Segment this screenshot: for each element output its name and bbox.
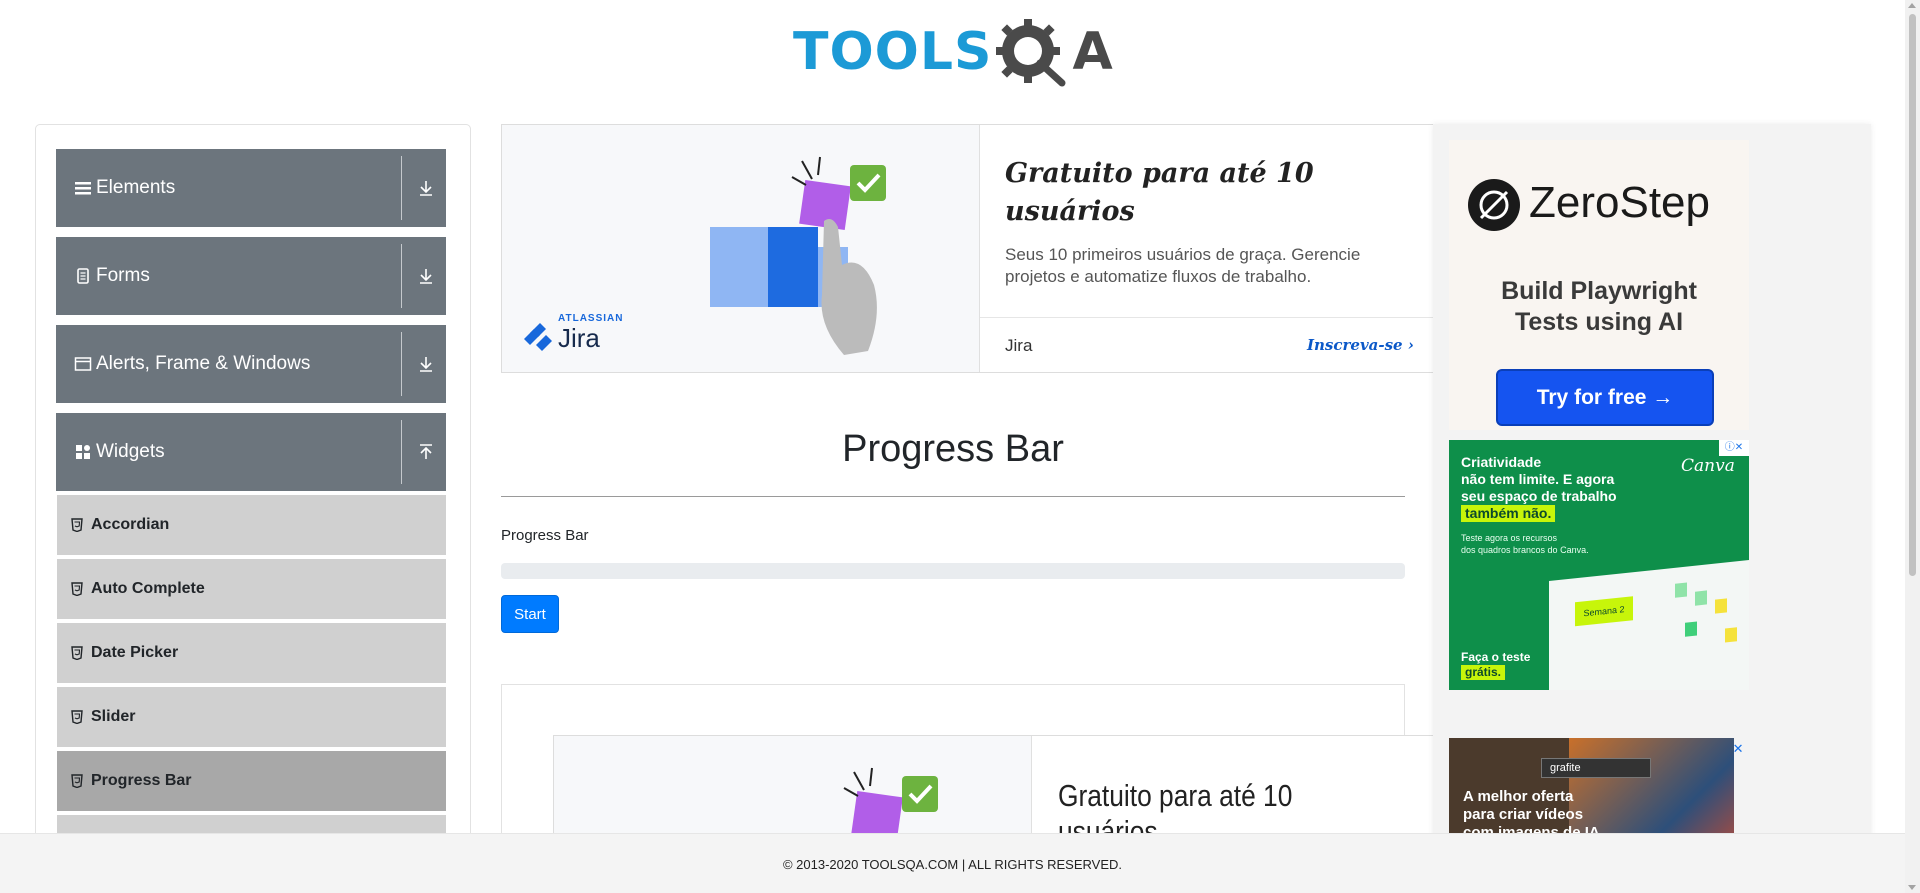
progress-bar (501, 563, 1405, 579)
scrollbar-thumb[interactable] (1909, 14, 1916, 576)
ad-signup-label: Inscreva-se (1307, 336, 1403, 354)
logo-text-a: A (1072, 22, 1113, 82)
canva-brand: Canva (1681, 456, 1735, 476)
grafite-line1: A melhor oferta (1463, 788, 1574, 805)
chevron-right-icon: › (1407, 336, 1414, 354)
toolsqa-logo[interactable]: TOOLS A (793, 14, 1116, 90)
group-header-alerts[interactable]: Alerts, Frame & Windows (56, 325, 446, 403)
logo-text-tools: TOOLS (793, 22, 993, 82)
hamburger-icon (74, 179, 92, 197)
ad-headline: Gratuito para até 10 usuários (1005, 158, 1314, 227)
divider (401, 244, 402, 308)
left-menu-panel: Elements Forms Alerts, Frame & Windows W… (35, 124, 471, 893)
menu-item-label: Auto Complete (91, 580, 205, 597)
ad-search-field: grafite (1541, 758, 1651, 778)
grafite-line2: para criar vídeos (1463, 806, 1584, 823)
html5-icon (71, 774, 83, 789)
canva-small2: dos quadros brancos do Canva. (1461, 545, 1589, 555)
group-title: Alerts, Frame & Windows (96, 353, 311, 374)
ad-image-area: ATLASSIAN Jira (502, 125, 980, 372)
ad-brand: Jira (1005, 336, 1033, 355)
canva-small1: Teste agora os recursos (1461, 533, 1558, 543)
jira-banner-ad[interactable]: ATLASSIAN Jira Gratuito para até 10 usuá… (501, 124, 1436, 373)
canva-highlight: também não. (1461, 505, 1556, 522)
title-divider (501, 496, 1405, 497)
zerostep-name: ZeroStep (1529, 178, 1710, 227)
html5-icon (71, 582, 83, 597)
widgets-grid-icon (74, 443, 92, 461)
download-arrow-icon[interactable] (416, 266, 436, 286)
canva-ad[interactable]: Criatividade não tem limite. E agora seu… (1449, 440, 1749, 690)
window-icon (74, 355, 92, 373)
progress-bar-label: Progress Bar (501, 527, 589, 544)
group-header-elements[interactable]: Elements (56, 149, 446, 227)
canva-cta: Faça o teste grátis. (1461, 650, 1530, 680)
group-title: Forms (96, 265, 150, 286)
canva-cta1: Faça o teste (1461, 650, 1531, 664)
group-title: Elements (96, 177, 176, 198)
html5-icon (71, 646, 83, 661)
form-doc-icon (74, 267, 92, 285)
html5-icon (71, 710, 83, 725)
divider (401, 156, 402, 220)
download-arrow-icon[interactable] (416, 354, 436, 374)
try-for-free-button[interactable]: Try for free → (1496, 369, 1714, 426)
canva-line3: seu espaço de trabalho (1461, 488, 1617, 504)
canva-line2: não tem limite. E agora (1461, 471, 1615, 487)
right-ads-column: ZeroStep Build Playwright Tests using AI… (1433, 124, 1871, 884)
canva-cta2: grátis. (1461, 665, 1506, 680)
canva-small-text: Teste agora os recursos dos quadros bran… (1461, 532, 1589, 556)
scroll-up-arrow-icon[interactable] (1908, 3, 1916, 8)
copyright-text: © 2013-2020 TOOLSQA.COM | ALL RIGHTS RES… (782, 857, 1123, 872)
page-title: Progress Bar (842, 428, 1064, 470)
divider (401, 420, 402, 484)
divider (401, 332, 402, 396)
menu-item-auto-complete[interactable]: Auto Complete (57, 559, 446, 621)
download-arrow-icon[interactable] (416, 178, 436, 198)
zerostep-subtitle: Build Playwright Tests using AI (1449, 276, 1749, 338)
canva-headline: Criatividade não tem limite. E agora seu… (1461, 454, 1641, 522)
menu-item-label: Slider (91, 708, 136, 725)
ad-signup-link[interactable]: Inscreva-se › (1307, 336, 1414, 354)
ad-footer: Jira Inscreva-se › (980, 317, 1435, 372)
menu-item-label: Progress Bar (91, 772, 192, 789)
vertical-scrollbar[interactable] (1905, 0, 1920, 893)
menu-item-date-picker[interactable]: Date Picker (57, 623, 446, 685)
ad-description: Seus 10 primeiros usuários de graça. Ger… (1005, 245, 1361, 286)
menu-item-accordian[interactable]: Accordian (57, 495, 446, 557)
menu-item-slider[interactable]: Slider (57, 687, 446, 749)
footer: © 2013-2020 TOOLSQA.COM | ALL RIGHTS RES… (0, 833, 1905, 893)
menu-item-label: Accordian (91, 516, 170, 533)
zerostep-ad[interactable]: ZeroStep Build Playwright Tests using AI… (1449, 140, 1749, 430)
zerostep-subtitle-line2: Tests using AI (1514, 308, 1684, 336)
scroll-down-arrow-icon[interactable] (1908, 885, 1916, 890)
group-title: Widgets (96, 441, 165, 462)
zerostep-logo-icon (1467, 178, 1521, 237)
zerostep-subtitle-line1: Build Playwright (1501, 277, 1697, 305)
group-header-forms[interactable]: Forms (56, 237, 446, 315)
canva-line1: Criatividade (1461, 454, 1542, 470)
jira-logo-text: Jira (558, 323, 600, 353)
start-button[interactable]: Start (501, 595, 559, 633)
adchoices-icon[interactable]: ⓘ✕ (1719, 440, 1749, 456)
upload-arrow-icon[interactable] (416, 442, 436, 462)
menu-item-progress-bar[interactable]: Progress Bar (57, 751, 446, 813)
group-header-widgets[interactable]: Widgets (56, 413, 446, 491)
canva-board-label: Semana 2 (1575, 596, 1633, 627)
html5-icon (71, 518, 83, 533)
page: TOOLS A Elements Forms Alerts, Frame & W… (0, 0, 1920, 893)
logo-gear-magnifier-icon (994, 17, 1070, 87)
canva-whiteboard-image: Semana 2 (1549, 558, 1749, 690)
menu-item-label: Date Picker (91, 644, 179, 661)
